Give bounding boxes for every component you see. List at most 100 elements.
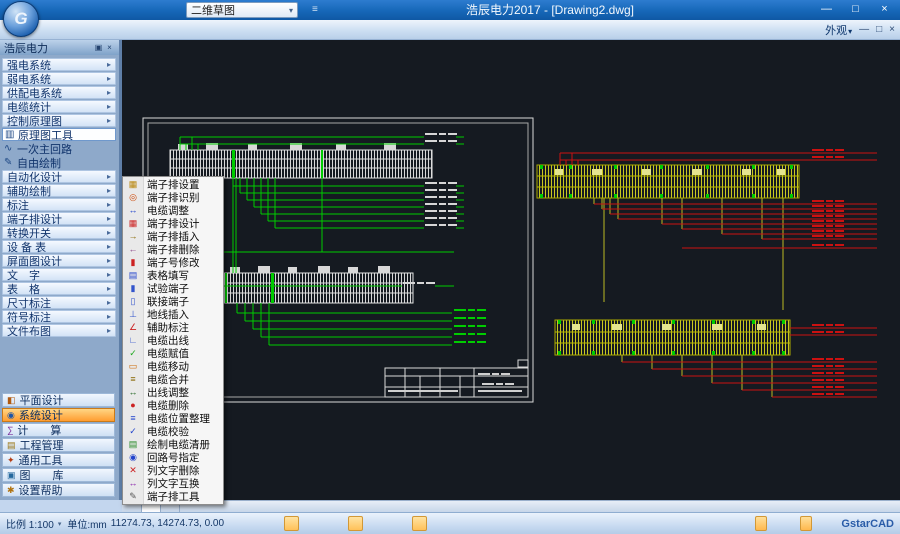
appearance-dropdown[interactable]: 外观▾ [825,22,852,38]
menu-item-icon: ↔ [123,477,143,490]
sidebar-item-label: 文件布图 [7,323,51,339]
sidebar-item[interactable]: 设 备 表 ▸ [2,240,116,253]
menu-item-icon: ▦ [123,178,143,191]
close-button[interactable]: × [870,0,899,19]
status-toggle-icon[interactable] [252,516,267,531]
sidebar-item[interactable]: 供配电系统 ▸ [2,86,116,99]
terminal-strip-yellow-top [537,165,799,198]
doc-restore-button[interactable]: □ [876,24,882,35]
sidebar-item[interactable]: 辅助绘制 ▸ [2,184,116,197]
sidebar-category-button[interactable]: ▣ 图 库 [2,468,115,482]
sidebar-item[interactable]: 自动化设计 ▸ [2,170,116,183]
submenu-arrow-icon: ▸ [107,270,111,279]
pin-icon[interactable]: ▣ [93,43,104,52]
menu-item-icon: ≡ [123,412,143,425]
category-label: 图 库 [20,467,64,483]
doc-close-button[interactable]: × [889,24,895,35]
sidebar-category-button[interactable]: ✱ 设置帮助 [2,483,115,497]
submenu-arrow-icon: ▸ [107,214,111,223]
sidebar-item[interactable]: 控制原理图 ▸ [2,114,116,127]
doc-minimize-button[interactable]: — [859,24,869,35]
minimize-button[interactable]: — [812,0,841,19]
menu-item-icon: ∠ [123,321,143,334]
submenu-arrow-icon: ▸ [107,200,111,209]
menu-item-icon: ↔ [123,204,143,217]
status-toggle-icon[interactable] [348,516,363,531]
mode-toggle-button[interactable] [770,516,782,531]
mode-toggle-button[interactable] [785,516,797,531]
status-toggle-icon[interactable] [412,516,427,531]
menu-item-icon: ✕ [123,464,143,477]
terminal-strip-green-bottom [223,266,413,303]
sidebar-item[interactable]: 标注 ▸ [2,198,116,211]
scale-indicator[interactable]: 比例 1:100 [6,516,54,531]
mode-toggles [755,516,812,531]
toolbar-overflow-icon[interactable]: ≡ [312,4,318,15]
status-toggle-icon[interactable] [476,516,491,531]
sidebar-item[interactable]: ▥ 原理图工具 [2,128,116,141]
maximize-button[interactable]: □ [841,0,870,19]
workspace-selector[interactable]: 二维草图 ▾ [186,2,298,18]
sidebar-item[interactable]: 转换开关 ▸ [2,226,116,239]
close-icon[interactable]: × [104,43,115,52]
status-toggle-icon[interactable] [284,516,299,531]
status-toggle-icon[interactable] [380,516,395,531]
sidebar-item[interactable]: 符号标注 ▸ [2,310,116,323]
chevron-down-icon: ▾ [58,520,62,528]
status-toggle-icon[interactable] [332,516,347,531]
sidebar-item[interactable]: ✎ 自由绘制 [2,156,116,169]
appearance-label: 外观 [825,25,847,37]
sidebar-item-icon: ∿ [4,143,17,154]
sidebar-item[interactable]: 弱电系统 ▸ [2,72,116,85]
context-menu-item[interactable]: ✎ 端子排工具 [123,490,223,503]
mode-toggle-button[interactable] [755,516,767,531]
submenu-arrow-icon: ▸ [107,116,111,125]
menu-item-icon: ✓ [123,347,143,360]
submenu-arrow-icon: ▸ [107,326,111,335]
status-toggle-icons [236,516,491,531]
sidebar-item[interactable]: 表 格 ▸ [2,282,116,295]
sidebar-category-button[interactable]: ▤ 工程管理 [2,438,115,452]
sidebar-category-button[interactable]: ✦ 通用工具 [2,453,115,467]
status-toggle-icon[interactable] [316,516,331,531]
sidebar-item[interactable]: 端子排设计 ▸ [2,212,116,225]
submenu-arrow-icon: ▸ [107,284,111,293]
submenu-arrow-icon: ▸ [107,172,111,181]
submenu-arrow-icon: ▸ [107,242,111,251]
menu-item-icon: ● [123,399,143,412]
sidebar-panel: 浩辰电力 ▣ × 强电系统 ▸ 弱电系统 ▸ 供配电系统 ▸ 电缆统计 ▸ [0,40,122,500]
app-logo-icon[interactable]: G [3,1,39,37]
sidebar-category-button[interactable]: ∑ 计 算 [2,423,115,437]
sidebar-category-button[interactable]: ◧ 平面设计 [2,393,115,407]
menu-item-icon: ◉ [123,451,143,464]
sidebar-item[interactable]: ∿ 一次主回路 [2,142,116,155]
status-toggle-icon[interactable] [460,516,475,531]
menu-item-icon: ⊥ [123,308,143,321]
menu-item-icon: ▦ [123,217,143,230]
submenu-arrow-icon: ▸ [107,102,111,111]
status-toggle-icon[interactable] [364,516,379,531]
status-toggle-icon[interactable] [236,516,251,531]
mode-toggle-button[interactable] [800,516,812,531]
sidebar-item[interactable]: 电缆统计 ▸ [2,100,116,113]
sidebar-item[interactable]: 文件布图 ▸ [2,324,116,337]
status-toggle-icon[interactable] [268,516,283,531]
green-wire-labels-green [454,309,486,343]
context-menu: ▦ 端子排设置 ◎ 端子排识别 ↔ 电缆调整 ▦ 端子排设计 → 端子排插入 ←… [122,176,224,505]
sidebar-title: 浩辰电力 [4,40,93,56]
sidebar-category-button[interactable]: ◉ 系统设计 [2,408,115,422]
menu-bar: 外观▾ — □ × [0,20,900,40]
status-toggle-icon[interactable] [300,516,315,531]
sidebar-item[interactable]: 尺寸标注 ▸ [2,296,116,309]
sidebar-item[interactable]: 屏面图设计 ▸ [2,254,116,267]
sidebar-item[interactable]: 文 字 ▸ [2,268,116,281]
chevron-down-icon: ▾ [848,27,852,36]
drawing-canvas[interactable] [122,40,900,500]
terminal-strip-green-top [170,143,432,178]
status-toggle-icon[interactable] [428,516,443,531]
menu-item-icon: ✓ [123,425,143,438]
sidebar-item[interactable]: 强电系统 ▸ [2,58,116,71]
cursor-coordinates: 11274.73, 14274.73, 0.00 [111,518,224,529]
status-toggle-icon[interactable] [396,516,411,531]
status-toggle-icon[interactable] [444,516,459,531]
